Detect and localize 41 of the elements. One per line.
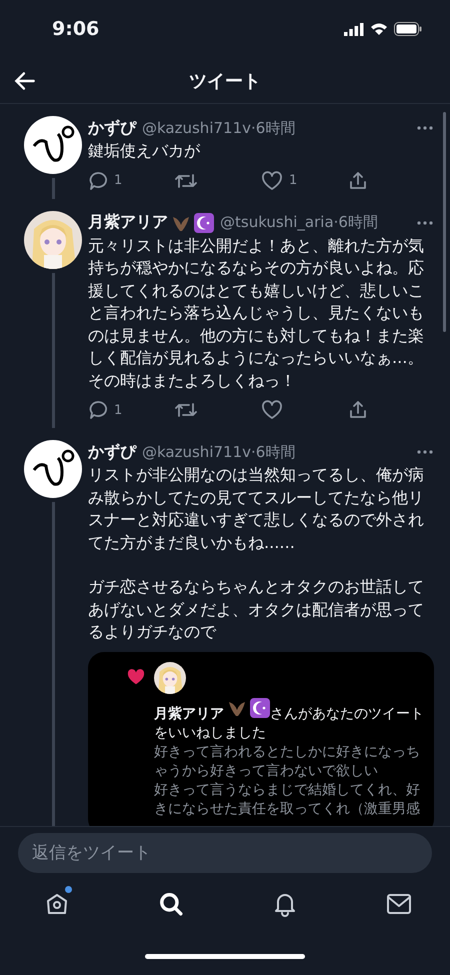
wifi-icon <box>370 22 388 36</box>
tweet-text: ガチ恋させるならちゃんとオタクのお世話してあげないとダメだよ、オタクは配信者が思ってるよりガチなので <box>88 576 425 643</box>
like-notification-text: 月紫アリア さんがあなたのツイートをいいねしました <box>154 698 424 742</box>
home-icon <box>45 892 69 916</box>
reply-button[interactable] <box>88 400 108 420</box>
signal-icon <box>344 22 364 36</box>
retweet-button[interactable] <box>174 400 196 420</box>
reply-button[interactable] <box>88 170 108 190</box>
crescent-icon <box>250 698 270 718</box>
notification-dot <box>65 886 72 893</box>
search-icon <box>158 891 184 917</box>
heart-icon <box>126 668 146 686</box>
more-button[interactable] <box>416 125 434 131</box>
status-time: 9:06 <box>52 18 100 40</box>
reply-count: 1 <box>114 173 122 188</box>
like-button[interactable] <box>261 170 283 190</box>
handle-and-time: @tsukushi_aria·6時間 <box>220 213 378 232</box>
mail-icon <box>386 892 412 916</box>
liked-tweet-card[interactable]: 月紫アリア さんがあなたのツイートをいいねしました 好きって言われるとたしかに好きになっちゃうから好きって言わないで欲しい 好きって言うならまじで結婚してくれ、好きにならせた責任を取ってくれ（激重男感 <box>88 652 434 826</box>
crescent-icon <box>194 212 214 232</box>
author-name: 月紫アリア <box>88 212 168 233</box>
liked-tweet-text: 好きって言うならまじで結婚してくれ、好きにならせた責任を取ってくれ（激重男感 <box>154 780 421 818</box>
handle-and-time: @kazushi711v·6時間 <box>142 118 296 138</box>
author-name: かずぴ <box>88 118 136 138</box>
tweet-text: 鍵垢使えバカが <box>88 140 202 162</box>
tweet-text: 元々リストは非公開だよ！あと、離れた方が気持ちが穏やかになるならその方が良いよね。応援してくれるのはとても嬉しいけど、悲しいこと言われたら落ち込んじゃうし、見たくないものは見ません。他の方にも対してもね！また楽しく配信が見れるようになったらいいなぁ...。その時はまたよろしくねっ！ <box>88 234 425 392</box>
like-count: 1 <box>289 173 298 188</box>
share-button[interactable] <box>348 400 368 420</box>
liked-tweet-text: 好きって言われるとたしかに好きになっちゃうから好きって言わないで欲しい <box>154 742 421 780</box>
author-name: かずぴ <box>88 442 136 462</box>
battery-icon <box>394 22 422 36</box>
more-button[interactable] <box>416 220 434 226</box>
reply-count: 1 <box>114 402 122 418</box>
page-title: ツイート <box>189 70 261 92</box>
handle-and-time: @kazushi711v·6時間 <box>142 442 296 462</box>
like-button[interactable] <box>261 400 283 420</box>
bell-icon <box>273 891 297 917</box>
share-button[interactable] <box>348 170 368 190</box>
more-button[interactable] <box>416 449 434 455</box>
reply-field[interactable]: 返信をツイート <box>18 833 432 873</box>
tweet-text: リストが非公開なのは当然知ってるし、俺が病み散らかしてたの見ててスルーしてたなら他リスナーと対応違いすぎて悲しくなるので外されてた方がまだ良いかもね...... <box>88 464 425 554</box>
